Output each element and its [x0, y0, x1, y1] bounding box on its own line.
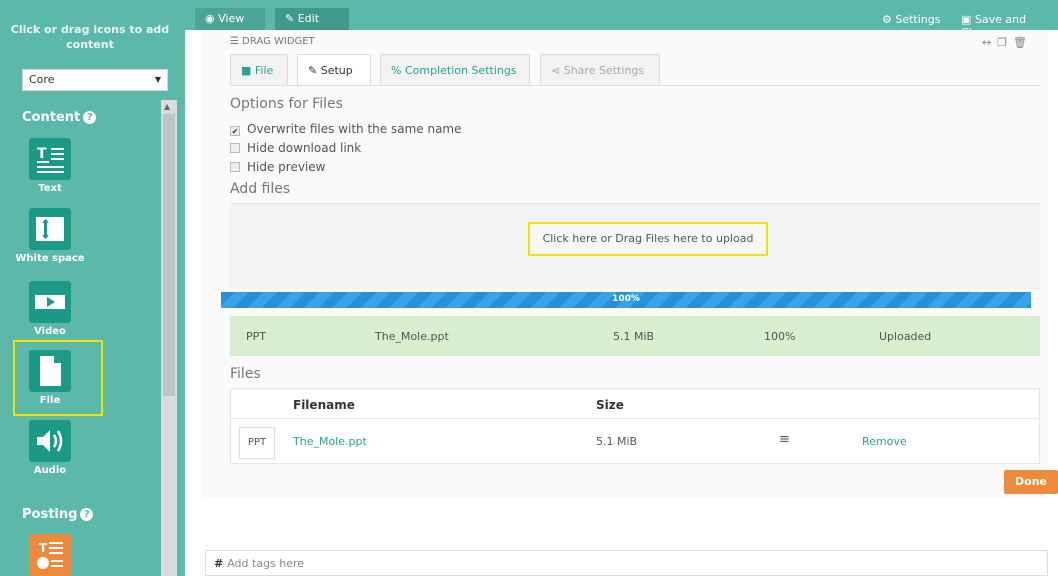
file-icon	[29, 350, 71, 392]
view-button[interactable]: ◉ View	[195, 8, 265, 30]
main-panel: ☰ DRAG WIDGET ↔❐🗑 ■ File ✎ Setup % Compl…	[185, 30, 1058, 576]
table-row: PPT The_Mole.ppt 5.1 MiB ≡ Remove	[231, 420, 1039, 464]
tool-file[interactable]: File	[8, 350, 92, 406]
tool-white-space[interactable]: White space	[8, 208, 92, 264]
tool-audio[interactable]: Audio	[8, 420, 92, 476]
tool-label: Text	[38, 183, 62, 194]
svg-text:T: T	[39, 541, 48, 555]
top-toolbar: ◉ View ✎ Edit ⚙ Settings ▣ Save and Clos…	[185, 0, 1058, 39]
upload-file-name: The_Mole.ppt	[375, 330, 449, 343]
app-root: Click or drag icons to add content Core …	[0, 0, 1058, 576]
tags-input[interactable]: # Add tags here	[205, 550, 1048, 576]
pencil-icon: ✎	[285, 12, 298, 25]
help-icon[interactable]: ?	[80, 508, 94, 521]
chevron-down-icon: ▼	[154, 75, 161, 84]
file-type-badge: PPT	[239, 427, 275, 459]
audio-icon	[29, 420, 71, 462]
svg-text:T: T	[37, 146, 47, 162]
eye-icon: ◉	[205, 12, 219, 25]
settings-button-label: Settings	[895, 13, 941, 26]
tool-label: File	[39, 395, 61, 406]
files-table-header: Filename Size	[231, 389, 1039, 419]
tags-placeholder: Add tags here	[227, 557, 305, 570]
sidebar-hint: Click or drag icons to add content	[10, 23, 170, 51]
file-size: 5.1 MiB	[596, 435, 638, 448]
widget-lower: PPT The_Mole.ppt 5.1 MiB 100% Uploaded F…	[203, 30, 1058, 498]
help-icon[interactable]: ?	[83, 111, 97, 124]
section-title-posting-label: Posting	[22, 507, 78, 522]
remove-link[interactable]: Remove	[862, 435, 907, 448]
tool-text[interactable]: T Text	[8, 138, 92, 194]
tool-posting[interactable]: T	[8, 534, 92, 576]
upload-status: Uploaded	[879, 330, 932, 343]
reorder-handle-icon[interactable]: ≡	[779, 432, 790, 447]
hash-icon: #	[214, 557, 224, 570]
posting-icon: T	[29, 534, 71, 576]
text-icon: T	[29, 138, 71, 180]
category-select[interactable]: Core ▼	[22, 69, 168, 91]
sidebar-scroll-thumb[interactable]	[163, 114, 175, 396]
save-icon: ▣	[961, 13, 975, 26]
upload-file-size: 5.1 MiB	[613, 330, 655, 343]
view-button-label: View	[218, 12, 245, 25]
section-title-content-label: Content	[22, 110, 81, 125]
column-header-filename: Filename	[293, 398, 355, 412]
file-link[interactable]: The_Mole.ppt	[293, 435, 367, 448]
video-icon	[29, 281, 71, 323]
whitespace-icon	[29, 208, 71, 250]
upload-percent: 100%	[764, 330, 796, 343]
files-table: Filename Size PPT The_Mole.ppt 5.1 MiB ≡…	[230, 388, 1040, 464]
tool-video[interactable]: Video	[8, 281, 92, 337]
content-sidebar: Click or drag icons to add content Core …	[0, 0, 185, 576]
column-header-size: Size	[596, 398, 624, 412]
tool-label: Video	[34, 326, 66, 337]
category-select-value: Core	[29, 73, 55, 86]
files-title: Files	[230, 366, 261, 382]
edit-button[interactable]: ✎ Edit	[275, 8, 349, 30]
tool-label: Audio	[33, 465, 67, 476]
upload-status-row: PPT The_Mole.ppt 5.1 MiB 100% Uploaded	[230, 316, 1040, 356]
section-title-posting: Posting?	[22, 507, 94, 522]
done-button[interactable]: Done	[1004, 470, 1058, 494]
gear-icon: ⚙	[882, 13, 896, 26]
settings-button[interactable]: ⚙ Settings	[882, 13, 940, 26]
upload-file-type: PPT	[246, 330, 266, 343]
scroll-up-icon[interactable]: ▲	[164, 102, 170, 111]
edit-button-label: Edit	[297, 12, 320, 25]
tool-label: White space	[15, 253, 85, 264]
section-title-content: Content?	[22, 110, 97, 125]
